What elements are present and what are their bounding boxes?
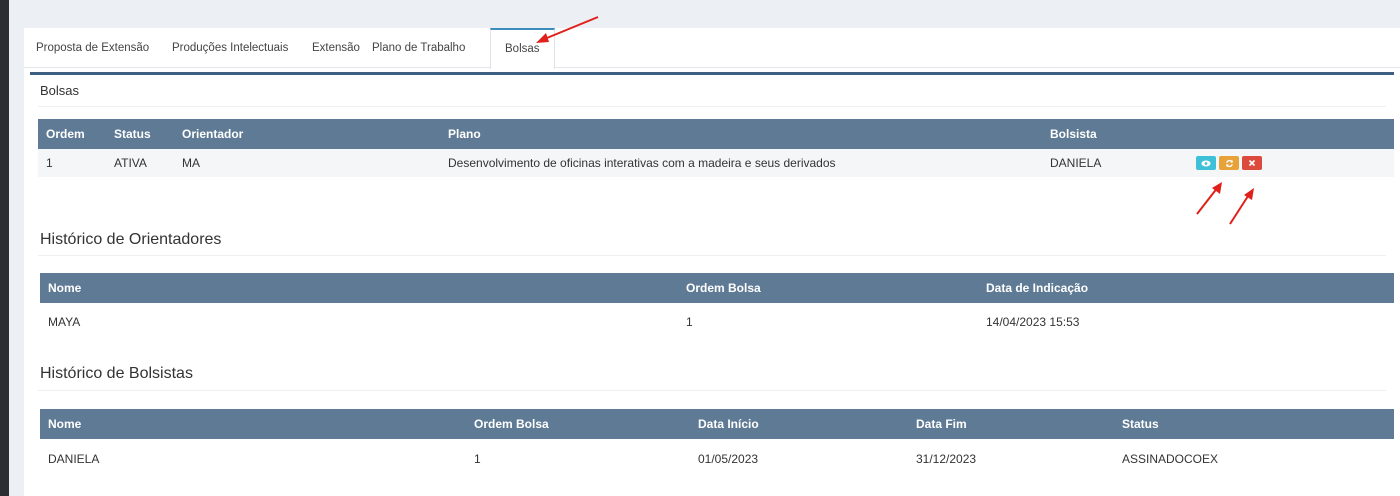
table-row: MAYA 1 14/04/2023 15:53: [40, 303, 1394, 341]
bolsas-table: Ordem Status Orientador Plano Bolsista 1…: [38, 119, 1394, 177]
column-header: Plano: [440, 119, 1042, 149]
historico-orientadores-table: Nome Ordem Bolsa Data de Indicação MAYA …: [40, 273, 1394, 341]
swap-button[interactable]: [1219, 156, 1239, 171]
table-row: 1 ATIVA MA Desenvolvimento de oficinas i…: [38, 149, 1394, 177]
annotation-arrow: [536, 16, 599, 43]
cell-nome: MAYA: [48, 315, 81, 329]
close-icon: [1248, 160, 1256, 167]
column-header: Status: [1114, 409, 1394, 439]
table-header-row: Ordem Status Orientador Plano Bolsista: [38, 119, 1394, 149]
table-header-row: Nome Ordem Bolsa Data de Indicação: [40, 273, 1394, 303]
cell-data: 14/04/2023 15:53: [986, 315, 1080, 329]
annotation-arrow: [1196, 182, 1222, 215]
table-header-row: Nome Ordem Bolsa Data Início Data Fim St…: [40, 409, 1394, 439]
cell-status: ATIVA: [114, 156, 147, 170]
column-header: Orientador: [174, 119, 440, 149]
section-title-bolsistas: Histórico de Bolsistas: [40, 365, 193, 382]
cell-actions: [1188, 149, 1394, 177]
column-header: Data Fim: [908, 409, 1114, 439]
refresh-icon: [1225, 159, 1233, 168]
column-header: Nome: [40, 273, 678, 303]
cell-ordem: 1: [474, 452, 481, 466]
divider: [38, 390, 1386, 391]
column-header: Ordem Bolsa: [466, 409, 690, 439]
tab-proposta-extensao[interactable]: Proposta de Extensão: [36, 28, 149, 68]
cell-bolsista: DANIELA: [1050, 156, 1102, 170]
cell-data-fim: 31/12/2023: [916, 452, 977, 466]
cell-ordem: 1: [46, 156, 53, 170]
column-header: Ordem Bolsa: [678, 273, 978, 303]
annotation-arrow: [1229, 188, 1254, 225]
column-header: Bolsista: [1042, 119, 1188, 149]
delete-button[interactable]: [1242, 156, 1262, 171]
cell-nome: DANIELA: [48, 452, 100, 466]
column-header: Nome: [40, 409, 466, 439]
box-title: Bolsas: [40, 83, 80, 98]
historico-bolsistas-table: Nome Ordem Bolsa Data Início Data Fim St…: [40, 409, 1394, 479]
row-actions: [1196, 156, 1262, 171]
column-header: Data de Indicação: [978, 273, 1394, 303]
tab-extensao[interactable]: Extensão: [312, 28, 360, 68]
column-header: Status: [106, 119, 174, 149]
tab-plano-trabalho[interactable]: Plano de Trabalho: [372, 28, 465, 68]
cell-ordem: 1: [686, 315, 693, 329]
cell-status: ASSINADOCOEX: [1122, 452, 1219, 466]
section-title-orientadores: Histórico de Orientadores: [40, 231, 222, 248]
view-button[interactable]: [1196, 156, 1216, 171]
cell-data-inicio: 01/05/2023: [698, 452, 759, 466]
cell-orientador: MA: [182, 156, 200, 170]
table-row: DANIELA 1 01/05/2023 31/12/2023 ASSINADO…: [40, 439, 1394, 479]
column-header: [1188, 119, 1394, 149]
left-sidebar-edge: [0, 0, 9, 496]
divider: [38, 106, 1386, 107]
main-panel: Proposta de Extensão Produções Intelectu…: [24, 28, 1400, 496]
column-header: Data Início: [690, 409, 908, 439]
divider: [38, 255, 1386, 256]
bolsas-box: Bolsas Ordem Status Orientador Plano Bol…: [30, 72, 1394, 492]
column-header: Ordem: [38, 119, 106, 149]
tab-producoes-intelectuais[interactable]: Produções Intelectuais: [172, 28, 288, 68]
tab-bar: Proposta de Extensão Produções Intelectu…: [24, 28, 1400, 69]
eye-icon: [1201, 160, 1211, 167]
cell-plano: Desenvolvimento de oficinas interativas …: [448, 156, 836, 170]
